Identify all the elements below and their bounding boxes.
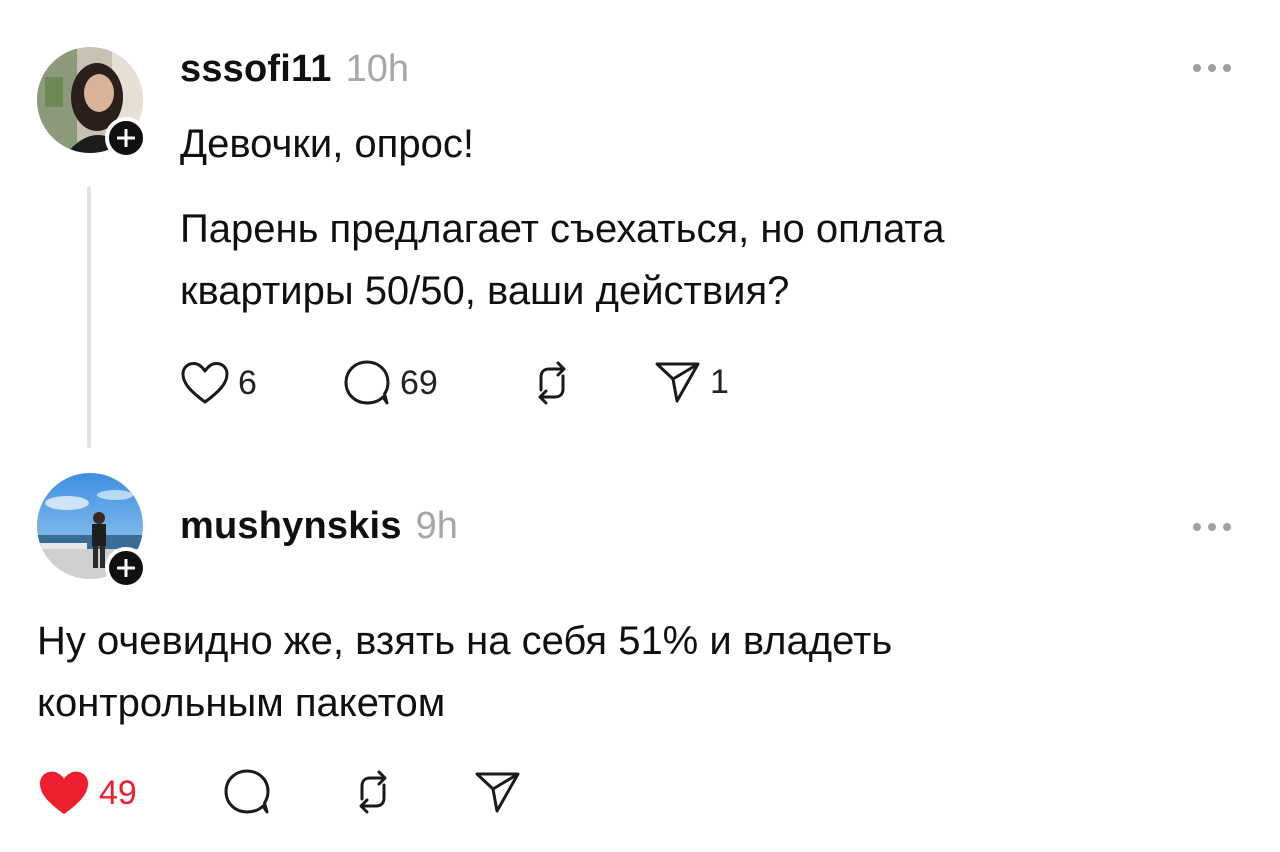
more-options-button[interactable] bbox=[1193, 523, 1231, 531]
like-button[interactable]: 49 bbox=[37, 770, 137, 816]
post-body-line: Парень предлагает съехаться, но оплата bbox=[180, 207, 945, 251]
heart-filled-icon bbox=[39, 771, 89, 814]
post-header: mushynskis 9h bbox=[180, 505, 458, 548]
post-body-line: квартиры 50/50, ваши действия? bbox=[180, 269, 790, 313]
comment-button[interactable]: 69 bbox=[342, 359, 438, 407]
heart-fill bbox=[39, 771, 89, 814]
follow-plus-button[interactable] bbox=[105, 117, 147, 159]
dot bbox=[1208, 64, 1216, 72]
comment-icon bbox=[344, 360, 390, 405]
like-count: 49 bbox=[99, 773, 137, 812]
heart-icon bbox=[181, 362, 229, 404]
repost-icon bbox=[359, 770, 387, 814]
share-button[interactable]: 1 bbox=[654, 360, 729, 404]
dot bbox=[1223, 64, 1231, 72]
like-button[interactable]: 6 bbox=[180, 361, 257, 405]
post-body: Парень предлагает съехаться, но оплата к… bbox=[180, 198, 945, 322]
dot bbox=[1208, 523, 1216, 531]
send-icon bbox=[655, 362, 700, 403]
share-button[interactable] bbox=[474, 770, 522, 814]
dot bbox=[1193, 523, 1201, 531]
post-body-line: контрольным пакетом bbox=[37, 681, 446, 725]
thread-line bbox=[87, 186, 91, 448]
dot bbox=[1193, 64, 1201, 72]
post-body: Ну очевидно же, взять на себя 51% и влад… bbox=[37, 610, 892, 734]
comment-icon bbox=[224, 769, 270, 814]
more-options-button[interactable] bbox=[1193, 64, 1231, 72]
repost-icon bbox=[538, 361, 566, 405]
plus-icon bbox=[117, 129, 135, 147]
comment-button[interactable] bbox=[222, 768, 272, 816]
timestamp: 9h bbox=[415, 505, 458, 547]
comment-count: 69 bbox=[400, 363, 438, 402]
username[interactable]: sssofi11 bbox=[180, 48, 332, 91]
timestamp: 10h bbox=[345, 48, 410, 90]
post-body-line: Ну очевидно же, взять на себя 51% и влад… bbox=[37, 619, 893, 663]
post-title: Девочки, опрос! bbox=[180, 122, 474, 166]
share-count: 1 bbox=[710, 362, 729, 401]
send-icon bbox=[475, 772, 520, 813]
repost-button[interactable] bbox=[348, 769, 398, 815]
like-count: 6 bbox=[238, 363, 257, 402]
follow-plus-button[interactable] bbox=[105, 547, 147, 589]
repost-button[interactable] bbox=[527, 360, 577, 406]
dot bbox=[1223, 523, 1231, 531]
post-header: sssofi11 10h bbox=[180, 48, 409, 91]
username[interactable]: mushynskis bbox=[180, 505, 402, 548]
plus-icon bbox=[117, 559, 135, 577]
